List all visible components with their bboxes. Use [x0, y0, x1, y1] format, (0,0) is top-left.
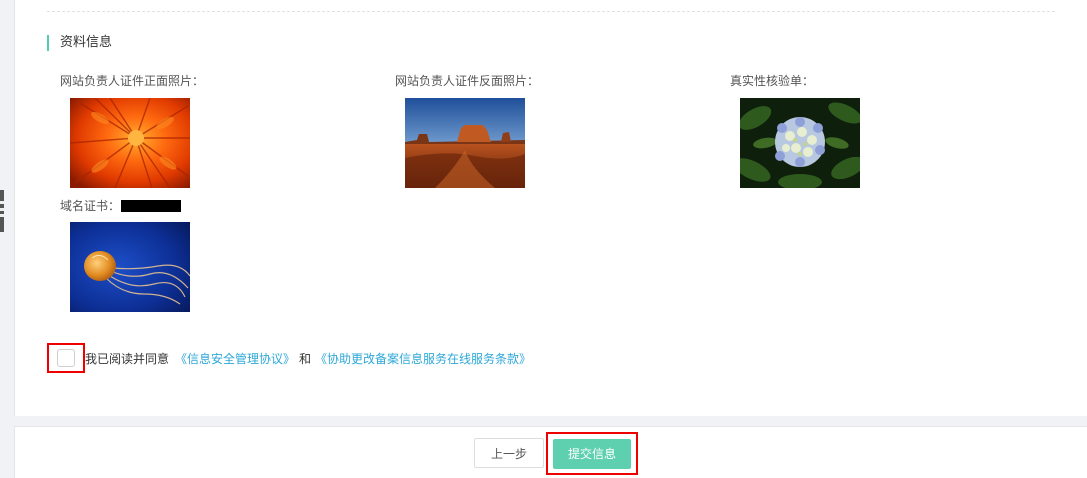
- desert-mesa-photo: [405, 98, 525, 188]
- agreement-checkbox-highlight[interactable]: [47, 343, 85, 373]
- agreement-checkbox[interactable]: [57, 349, 75, 367]
- verification-label: 真实性核验单：: [730, 74, 815, 88]
- agreement-and-text: 和: [299, 351, 312, 366]
- domain-cert-label: 域名证书：: [60, 199, 182, 213]
- back-photo-field: 网站负责人证件反面照片：: [395, 74, 539, 88]
- divider: [47, 11, 1055, 12]
- chrysanthemum-photo: [70, 98, 190, 188]
- security-agreement-link[interactable]: 《信息安全管理协议》: [175, 350, 295, 367]
- verification-image[interactable]: [740, 98, 860, 188]
- section-title: 资料信息: [47, 35, 112, 51]
- redacted-block: [121, 200, 182, 212]
- previous-step-button[interactable]: 上一步: [474, 438, 544, 468]
- drag-dots-icon: [0, 201, 4, 217]
- back-photo-label: 网站负责人证件反面照片：: [395, 74, 540, 88]
- front-photo-field: 网站负责人证件正面照片：: [60, 74, 204, 88]
- submit-button-highlight: 提交信息: [546, 432, 638, 475]
- service-terms-link[interactable]: 《协助更改备案信息服务在线服务条款》: [315, 350, 531, 367]
- left-edge: [0, 0, 14, 478]
- front-photo-image[interactable]: [70, 98, 190, 188]
- back-photo-image[interactable]: [405, 98, 525, 188]
- jellyfish-photo: [70, 222, 190, 312]
- submit-button[interactable]: 提交信息: [553, 438, 631, 469]
- domain-cert-image[interactable]: [70, 222, 190, 312]
- domain-cert-label-text: 域名证书：: [60, 199, 121, 213]
- footer-bar: 上一步 提交信息: [14, 426, 1087, 478]
- agreement-text: 我已阅读并同意: [85, 351, 170, 366]
- front-photo-label: 网站负责人证件正面照片：: [60, 74, 205, 88]
- agreement-row: 我已阅读并同意 《信息安全管理协议》 和 《协助更改备案信息服务在线服务条款》: [47, 343, 531, 373]
- domain-cert-field: 域名证书：: [60, 199, 182, 213]
- verification-field: 真实性核验单：: [730, 74, 814, 88]
- info-card: 资料信息 网站负责人证件正面照片： 网站负责人证件反面照片： 真实性核验单： 域…: [14, 0, 1087, 416]
- hydrangea-photo: [740, 98, 860, 188]
